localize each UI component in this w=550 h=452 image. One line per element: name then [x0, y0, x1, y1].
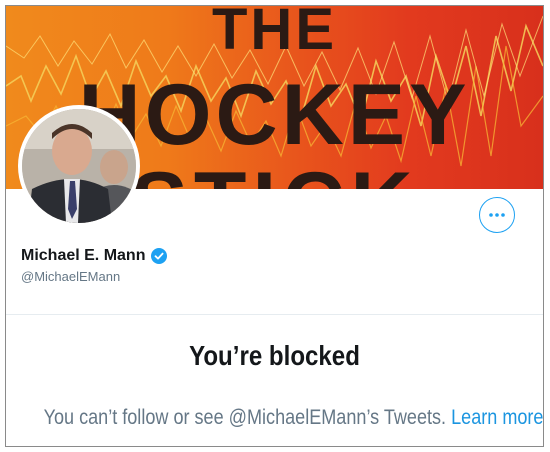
avatar-portrait-image — [22, 109, 136, 223]
blocked-title: You’re blocked — [189, 340, 360, 371]
avatar-photo — [22, 109, 136, 223]
profile-card: THE HOCKEY STICK — [5, 5, 544, 447]
profile-name: Michael E. Mann — [21, 247, 146, 264]
banner-title-the: THE — [212, 6, 337, 62]
more-horizontal-icon — [489, 213, 505, 217]
verified-badge-icon — [151, 248, 168, 264]
profile-handle: @MichaelEMann — [21, 269, 121, 284]
learn-more-link[interactable]: Learn more — [451, 406, 543, 429]
blocked-message: You can’t follow or see @MichaelEMann’s … — [43, 406, 447, 429]
section-divider — [6, 314, 543, 315]
profile-name-row: Michael E. Mann — [21, 247, 168, 265]
blocked-message-row: You can’t follow or see @MichaelEMann’s … — [43, 406, 543, 430]
avatar[interactable] — [18, 105, 140, 227]
more-options-button[interactable] — [479, 197, 515, 233]
